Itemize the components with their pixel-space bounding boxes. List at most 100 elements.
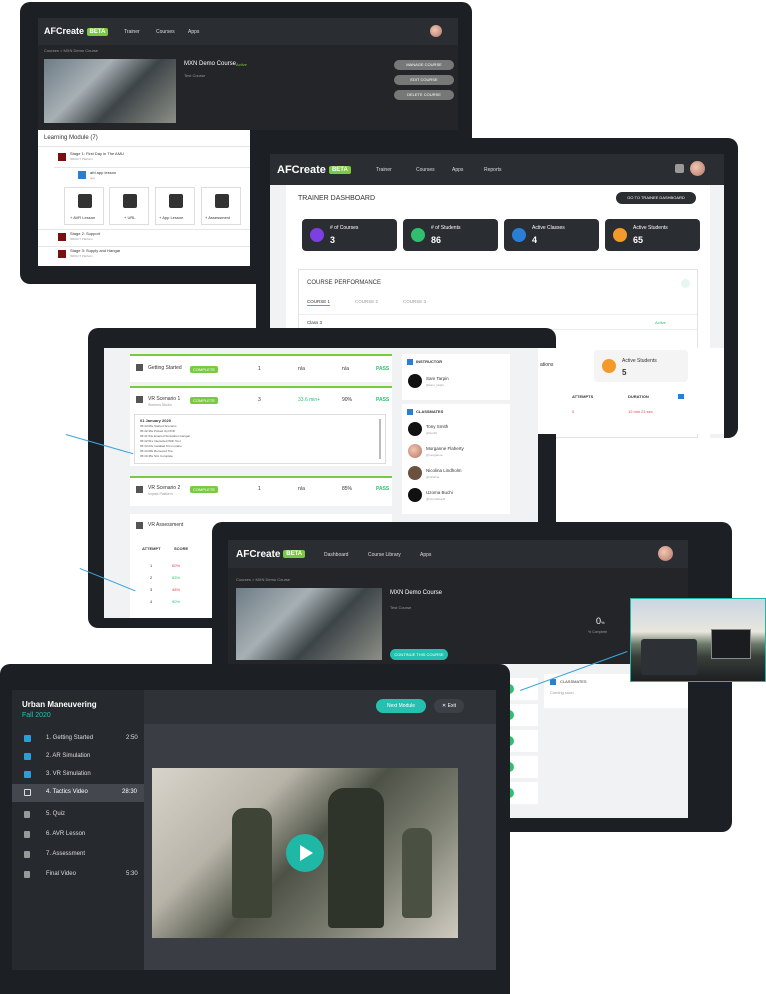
nav-course-library[interactable]: Course Library	[368, 552, 401, 558]
progress-value: 0%	[596, 616, 605, 626]
nav-reports[interactable]: Reports	[484, 167, 502, 173]
brand-logo[interactable]: AFCreate BETA	[277, 164, 351, 176]
avatar	[408, 466, 422, 480]
module-item-current[interactable]: 4. Tactics Video 28:30	[12, 784, 144, 802]
table-row: 3 48%	[150, 587, 181, 592]
collapse-icon[interactable]	[681, 279, 690, 288]
add-app-lesson[interactable]: + App Lesson	[155, 187, 195, 225]
player-topbar: Next Module ✕ Exit	[144, 690, 496, 724]
section-title: COURSE PERFORMANCE	[307, 280, 382, 286]
course-thumbnail	[44, 59, 176, 123]
tab-course-1[interactable]: COURSE 1	[307, 299, 331, 306]
dashboard-fragment: ations Active Students 5 ATTEMPTS DURATI…	[538, 348, 724, 434]
add-assessment[interactable]: + Assessment	[201, 187, 241, 225]
classmates-icon	[550, 679, 556, 685]
tab-course-2[interactable]: COURSE 2	[355, 299, 378, 304]
puzzle-icon	[215, 194, 229, 208]
next-module-button[interactable]: Next Module	[376, 699, 426, 713]
module-sidebar: Urban Maneuvering Fall 2020 1. Getting S…	[12, 690, 144, 970]
modules-heading: Learning Module (7)	[44, 135, 98, 141]
stat-card-courses[interactable]: # of Courses 3	[302, 219, 397, 251]
stat-card-active-classes[interactable]: Active Classes 4	[504, 219, 599, 251]
breadcrumb[interactable]: Courses > MXN Demo Course	[44, 48, 98, 53]
stage-row[interactable]: Stage 2: Support IMPACT Platform	[58, 231, 248, 245]
module-item-locked[interactable]: 6. AVR Lesson	[12, 826, 144, 844]
checkbox-checked-icon	[24, 771, 31, 778]
stage-row[interactable]: Stage 3: Supply and Hangar IMPACT Platfo…	[58, 248, 248, 262]
checkbox-empty-icon	[24, 789, 31, 796]
scenario-row[interactable]: Getting Started COMPLETE 1 n/a n/a PASS	[130, 354, 392, 382]
module-item-locked[interactable]: 7. Assessment	[12, 846, 144, 864]
page-title: TRAINER DASHBOARD	[298, 195, 376, 202]
stage-row[interactable]: Stage 1: First Day in The AMU IMPACT Pla…	[58, 151, 248, 165]
module-item-locked[interactable]: Final Video 5:30	[12, 866, 144, 884]
module-item[interactable]: 3. VR Simulation	[12, 766, 144, 784]
nav-trainer[interactable]: Trainer	[124, 29, 140, 35]
add-url[interactable]: + URL	[109, 187, 149, 225]
log-entries: 05:43:06s Started Scenario 05:42:36s Pic…	[140, 424, 191, 458]
course-thumbnail	[236, 588, 382, 660]
activity-log[interactable]: 01 January 2020 05:43:06s Started Scenar…	[134, 414, 386, 464]
nav-apps[interactable]: Apps	[452, 167, 463, 173]
delete-course-button[interactable]: DELETE COURSE	[394, 90, 454, 100]
top-nav: AFCreate BETA Dashboard Course Library A…	[228, 540, 688, 568]
manage-course-button[interactable]: MANAGE COURSE	[394, 60, 454, 70]
module-icon	[136, 364, 143, 371]
notification-icon[interactable]	[675, 164, 684, 173]
module-icon	[136, 396, 143, 403]
table-row: 4 90%	[150, 599, 181, 604]
active-students-icon	[602, 359, 616, 373]
nav-courses[interactable]: Courses	[156, 29, 175, 35]
classmate[interactable]: Nicolina Lindholm @nicolina	[408, 466, 508, 484]
grid-icon	[169, 194, 183, 208]
lock-icon	[24, 811, 30, 818]
nav-apps[interactable]: Apps	[188, 29, 199, 35]
continue-course-button[interactable]: CONTINUE THIS COURSE	[390, 649, 448, 660]
video-player[interactable]	[152, 768, 458, 938]
user-avatar[interactable]	[430, 25, 442, 37]
classmate[interactable]: Uzoma Buchi @uzomabuchi	[408, 488, 508, 506]
add-avr-lesson[interactable]: + AVR Lesson	[64, 187, 104, 225]
user-avatar[interactable]	[690, 161, 705, 176]
user-avatar[interactable]	[658, 546, 673, 561]
lesson-row[interactable]: afd app lesson app	[78, 170, 238, 184]
students-icon	[411, 228, 425, 242]
breadcrumb[interactable]: Courses > MXN Demo Course	[236, 577, 290, 582]
tab-course-3[interactable]: COURSE 3	[403, 299, 426, 304]
active-students-icon	[613, 228, 627, 242]
exit-button[interactable]: ✕ Exit	[434, 699, 464, 713]
nav-courses[interactable]: Courses	[416, 167, 435, 173]
stat-card-students[interactable]: # of Students 86	[403, 219, 498, 251]
scenario-row[interactable]: VR Scenario 1 Workers Studio COMPLETE 3 …	[130, 386, 392, 466]
instructor-icon	[407, 359, 413, 365]
checkbox-checked-icon	[24, 735, 31, 742]
avatar	[408, 422, 422, 436]
avatar	[408, 444, 422, 458]
brand-logo[interactable]: AFCreate BETA	[236, 549, 306, 560]
nav-dashboard[interactable]: Dashboard	[324, 552, 348, 558]
lock-icon	[24, 851, 30, 858]
module-item[interactable]: 1. Getting Started 2:50	[12, 730, 144, 748]
module-item-locked[interactable]: 5. Quiz	[12, 806, 144, 824]
go-to-trainee-dashboard-button[interactable]: GO TO TRAINEE DASHBOARD	[616, 192, 696, 204]
classmate[interactable]: Morganne Flaherty @morganne	[408, 444, 508, 462]
stat-card-active-students[interactable]: Active Students 65	[605, 219, 700, 251]
top-nav: AFCreate BETA Trainer Courses Apps	[38, 18, 458, 45]
filter-icon[interactable]	[678, 394, 684, 399]
learning-modules-panel: Learning Module (7) Stage 1: First Day i…	[38, 130, 250, 266]
classmate[interactable]: Tony Smith @tsmith	[408, 422, 508, 440]
table-row: 1 60%	[150, 563, 181, 568]
log-scrollbar[interactable]	[379, 419, 381, 459]
play-button[interactable]	[286, 834, 324, 872]
close-icon: ✕	[442, 703, 447, 709]
nav-apps[interactable]: Apps	[420, 552, 431, 558]
brand-logo[interactable]: AFCreate BETA	[44, 26, 109, 36]
edit-course-button[interactable]: EDIT COURSE	[394, 75, 454, 85]
scenario-row[interactable]: VR Scenario 2 Impact Platform COMPLETE 1…	[130, 476, 392, 506]
nav-trainer[interactable]: Trainer	[376, 167, 392, 173]
module-item[interactable]: 2. AR Simulation	[12, 748, 144, 766]
lock-icon	[24, 831, 30, 838]
attempts-table: 1 60% 2 83% 3 48% 4 90%	[150, 560, 210, 608]
stat-card-active-students[interactable]: Active Students 5	[594, 350, 688, 382]
course-subtitle: Test Course	[390, 605, 412, 610]
